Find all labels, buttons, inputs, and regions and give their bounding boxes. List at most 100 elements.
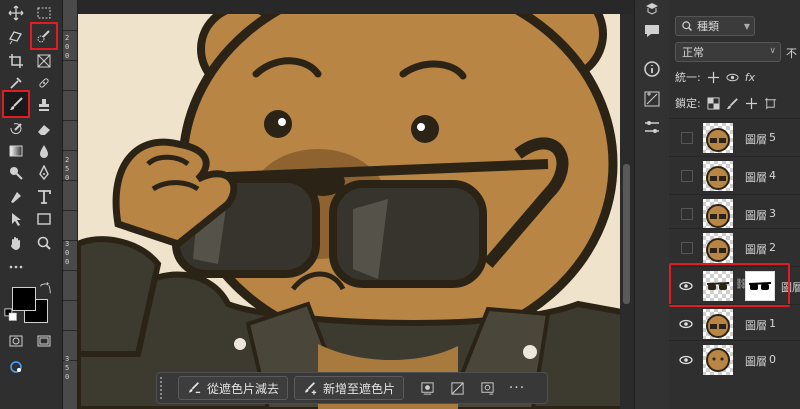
layer-name: 圖層 — [745, 243, 767, 256]
ruler-mark: 2 — [65, 156, 70, 164]
eyedropper-icon[interactable] — [4, 72, 28, 94]
visibility-toggle[interactable] — [681, 242, 693, 254]
lasso-icon[interactable] — [4, 26, 28, 48]
ruler-mark: 5 — [65, 364, 70, 372]
lock-artboard-icon[interactable] — [764, 97, 777, 110]
layer-number: 0 — [769, 353, 776, 366]
adjustments-icon[interactable] — [643, 90, 661, 108]
layer-row[interactable]: 圖層 1 — [669, 304, 800, 343]
lock-pixels-icon[interactable] — [726, 97, 739, 110]
brush-minus-icon — [188, 382, 201, 394]
eye-icon[interactable] — [679, 317, 693, 331]
ruler-mark: 0 — [65, 373, 70, 381]
properties-icon[interactable] — [643, 118, 661, 136]
history-brush-icon[interactable] — [4, 118, 28, 140]
mask-options-icon[interactable] — [414, 377, 440, 399]
layer-name: 圖層 — [745, 355, 767, 368]
ruler-mark: 0 — [65, 249, 70, 257]
invert-mask-icon[interactable] — [474, 377, 500, 399]
ruler-mark: 3 — [65, 355, 70, 363]
share-icon[interactable] — [4, 356, 28, 378]
info-icon[interactable] — [643, 60, 661, 78]
path-selection-icon[interactable] — [4, 208, 28, 230]
selection-highlight — [669, 263, 790, 307]
healing-brush-icon[interactable] — [32, 72, 56, 94]
stamp-icon[interactable] — [32, 94, 56, 116]
canvas-vertical-scrollbar[interactable] — [620, 14, 633, 409]
bear-illustration — [78, 14, 633, 409]
subtract-from-mask-button[interactable]: 從遮色片減去 — [178, 376, 289, 400]
hand-icon[interactable] — [4, 232, 28, 254]
more-options-button[interactable]: ··· — [504, 377, 530, 399]
layer-thumbnail — [703, 309, 733, 339]
lock-position-icon[interactable] — [745, 97, 758, 110]
visibility-toggle[interactable] — [681, 170, 693, 182]
ruler-mark: 0 — [65, 43, 70, 51]
swap-colors-icon[interactable] — [38, 282, 52, 296]
unify-row: 統一: fx — [675, 68, 755, 86]
layer-name: 圖層 — [745, 133, 767, 146]
rectangle-icon[interactable] — [32, 208, 56, 230]
chevron-down-icon: ▼ — [743, 21, 750, 31]
layer-filter-select[interactable]: 種類 ▼ — [675, 16, 755, 36]
blend-mode-value: 正常 — [682, 46, 704, 59]
contextual-task-bar: 從遮色片減去 新增至遮色片 ··· — [156, 372, 548, 404]
add-to-mask-button[interactable]: 新增至遮色片 — [294, 376, 405, 400]
eraser-icon[interactable] — [32, 118, 56, 140]
lock-transparent-icon[interactable] — [707, 96, 720, 110]
brush-icon[interactable] — [2, 90, 30, 118]
filter-kind-label: 種類 — [697, 20, 719, 33]
unify-visibility-icon[interactable] — [726, 71, 739, 84]
comments-icon[interactable] — [643, 22, 661, 40]
default-colors-icon[interactable] — [4, 308, 18, 322]
more-tools-icon[interactable] — [4, 256, 28, 278]
chevron-down-icon: ∨ — [769, 46, 776, 56]
dodge-icon[interactable] — [4, 162, 28, 184]
lock-label: 鎖定: — [675, 97, 701, 110]
layer-name: 圖層 — [745, 209, 767, 222]
unify-position-icon[interactable] — [707, 71, 720, 84]
screen-mode-icon[interactable] — [32, 330, 56, 352]
ruler-mark: 2 — [65, 34, 70, 42]
ruler-mark: 0 — [65, 258, 70, 266]
layer-row[interactable]: 圖層 0 — [669, 340, 800, 379]
ruler-mark: 0 — [65, 174, 70, 182]
layer-name: 圖層 — [745, 319, 767, 332]
eye-icon[interactable] — [679, 353, 693, 367]
disable-mask-icon[interactable] — [444, 377, 470, 399]
lock-row: 鎖定: — [675, 94, 777, 112]
drag-handle[interactable] — [160, 377, 172, 399]
ruler-mark: 3 — [65, 240, 70, 248]
pen-alt-icon[interactable] — [4, 186, 28, 208]
layer-thumbnail — [703, 233, 733, 263]
layer-row[interactable]: 圖層 2 — [669, 228, 800, 267]
quick-selection-icon[interactable] — [30, 22, 58, 50]
gradient-icon[interactable] — [4, 140, 28, 162]
visibility-toggle[interactable] — [681, 132, 693, 144]
learn-icon[interactable] — [643, 2, 661, 20]
layer-row[interactable]: 圖層 5 — [669, 118, 800, 157]
frame-icon[interactable] — [32, 50, 56, 72]
quick-mask-icon[interactable] — [4, 330, 28, 352]
layer-row[interactable]: 圖層 4 — [669, 156, 800, 195]
opacity-label: 不 — [786, 47, 797, 60]
crop-icon[interactable] — [4, 50, 28, 72]
pen-icon[interactable] — [32, 162, 56, 184]
visibility-toggle[interactable] — [681, 208, 693, 220]
move-icon[interactable] — [4, 2, 28, 24]
scrollbar-thumb[interactable] — [623, 164, 630, 304]
zoom-icon[interactable] — [32, 232, 56, 254]
document-canvas[interactable] — [78, 14, 633, 409]
unify-style-icon[interactable]: fx — [745, 71, 755, 84]
ruler-mark: 0 — [65, 52, 70, 60]
marquee-icon[interactable] — [32, 2, 56, 24]
layer-name: 圖層 — [745, 171, 767, 184]
layer-thumbnail — [703, 123, 733, 153]
layers-panel: 種類 ▼ 正常 ∨ 不 統一: fx 鎖定: 圖層 5 圖層 4 圖層 3 圖層… — [669, 0, 800, 409]
blend-mode-select[interactable]: 正常 ∨ — [675, 42, 781, 62]
layer-number: 1 — [769, 317, 776, 330]
blur-icon[interactable] — [32, 140, 56, 162]
layer-number: 4 — [769, 169, 776, 182]
ruler-mark: 5 — [65, 165, 70, 173]
type-icon[interactable] — [32, 186, 56, 208]
